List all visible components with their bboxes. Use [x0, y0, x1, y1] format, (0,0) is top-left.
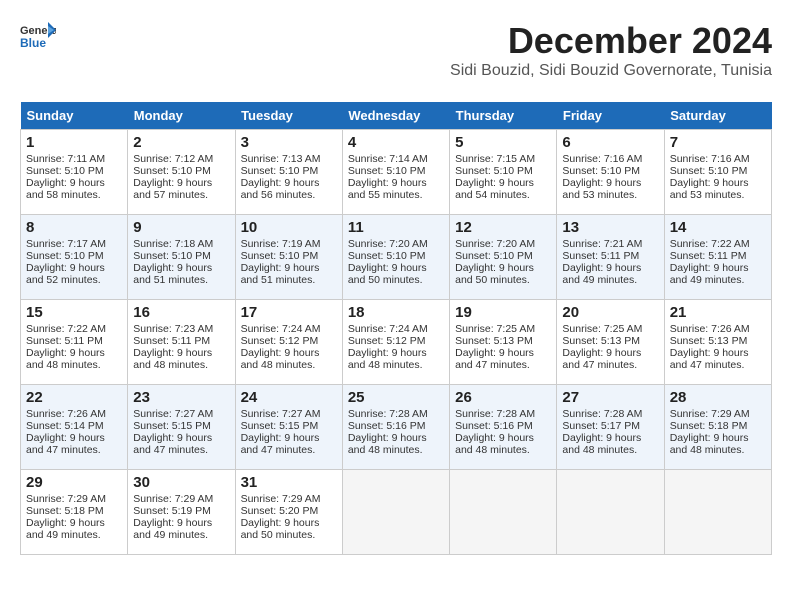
table-row: 1Sunrise: 7:11 AMSunset: 5:10 PMDaylight…: [21, 130, 128, 215]
table-row: 29Sunrise: 7:29 AMSunset: 5:18 PMDayligh…: [21, 470, 128, 555]
table-row: 10Sunrise: 7:19 AMSunset: 5:10 PMDayligh…: [235, 215, 342, 300]
table-row: 18Sunrise: 7:24 AMSunset: 5:12 PMDayligh…: [342, 300, 449, 385]
table-row: 31Sunrise: 7:29 AMSunset: 5:20 PMDayligh…: [235, 470, 342, 555]
table-row: [342, 470, 449, 555]
col-wednesday: Wednesday: [342, 102, 449, 130]
table-row: 23Sunrise: 7:27 AMSunset: 5:15 PMDayligh…: [128, 385, 235, 470]
table-row: 28Sunrise: 7:29 AMSunset: 5:18 PMDayligh…: [664, 385, 771, 470]
location-subtitle: Sidi Bouzid, Sidi Bouzid Governorate, Tu…: [450, 62, 772, 80]
col-tuesday: Tuesday: [235, 102, 342, 130]
table-row: 13Sunrise: 7:21 AMSunset: 5:11 PMDayligh…: [557, 215, 664, 300]
svg-text:Blue: Blue: [20, 36, 46, 50]
table-row: 25Sunrise: 7:28 AMSunset: 5:16 PMDayligh…: [342, 385, 449, 470]
table-row: 24Sunrise: 7:27 AMSunset: 5:15 PMDayligh…: [235, 385, 342, 470]
table-row: 14Sunrise: 7:22 AMSunset: 5:11 PMDayligh…: [664, 215, 771, 300]
logo: General Blue: [20, 20, 60, 50]
table-row: 8Sunrise: 7:17 AMSunset: 5:10 PMDaylight…: [21, 215, 128, 300]
col-thursday: Thursday: [450, 102, 557, 130]
col-saturday: Saturday: [664, 102, 771, 130]
table-row: 22Sunrise: 7:26 AMSunset: 5:14 PMDayligh…: [21, 385, 128, 470]
header-row: Sunday Monday Tuesday Wednesday Thursday…: [21, 102, 772, 130]
col-friday: Friday: [557, 102, 664, 130]
table-row: 19Sunrise: 7:25 AMSunset: 5:13 PMDayligh…: [450, 300, 557, 385]
col-monday: Monday: [128, 102, 235, 130]
col-sunday: Sunday: [21, 102, 128, 130]
table-row: 30Sunrise: 7:29 AMSunset: 5:19 PMDayligh…: [128, 470, 235, 555]
table-row: 3Sunrise: 7:13 AMSunset: 5:10 PMDaylight…: [235, 130, 342, 215]
table-row: 26Sunrise: 7:28 AMSunset: 5:16 PMDayligh…: [450, 385, 557, 470]
table-row: 11Sunrise: 7:20 AMSunset: 5:10 PMDayligh…: [342, 215, 449, 300]
table-row: 9Sunrise: 7:18 AMSunset: 5:10 PMDaylight…: [128, 215, 235, 300]
table-row: 27Sunrise: 7:28 AMSunset: 5:17 PMDayligh…: [557, 385, 664, 470]
table-row: 5Sunrise: 7:15 AMSunset: 5:10 PMDaylight…: [450, 130, 557, 215]
logo-icon: General Blue: [20, 20, 56, 50]
calendar-table: Sunday Monday Tuesday Wednesday Thursday…: [20, 102, 772, 555]
table-row: 4Sunrise: 7:14 AMSunset: 5:10 PMDaylight…: [342, 130, 449, 215]
table-row: 7Sunrise: 7:16 AMSunset: 5:10 PMDaylight…: [664, 130, 771, 215]
table-row: [557, 470, 664, 555]
table-row: [664, 470, 771, 555]
title-section: December 2024 Sidi Bouzid, Sidi Bouzid G…: [450, 20, 772, 92]
table-row: 12Sunrise: 7:20 AMSunset: 5:10 PMDayligh…: [450, 215, 557, 300]
table-row: 17Sunrise: 7:24 AMSunset: 5:12 PMDayligh…: [235, 300, 342, 385]
table-row: 2Sunrise: 7:12 AMSunset: 5:10 PMDaylight…: [128, 130, 235, 215]
table-row: [450, 470, 557, 555]
table-row: 21Sunrise: 7:26 AMSunset: 5:13 PMDayligh…: [664, 300, 771, 385]
table-row: 6Sunrise: 7:16 AMSunset: 5:10 PMDaylight…: [557, 130, 664, 215]
table-row: 20Sunrise: 7:25 AMSunset: 5:13 PMDayligh…: [557, 300, 664, 385]
table-row: 15Sunrise: 7:22 AMSunset: 5:11 PMDayligh…: [21, 300, 128, 385]
month-title: December 2024: [450, 20, 772, 62]
table-row: 16Sunrise: 7:23 AMSunset: 5:11 PMDayligh…: [128, 300, 235, 385]
